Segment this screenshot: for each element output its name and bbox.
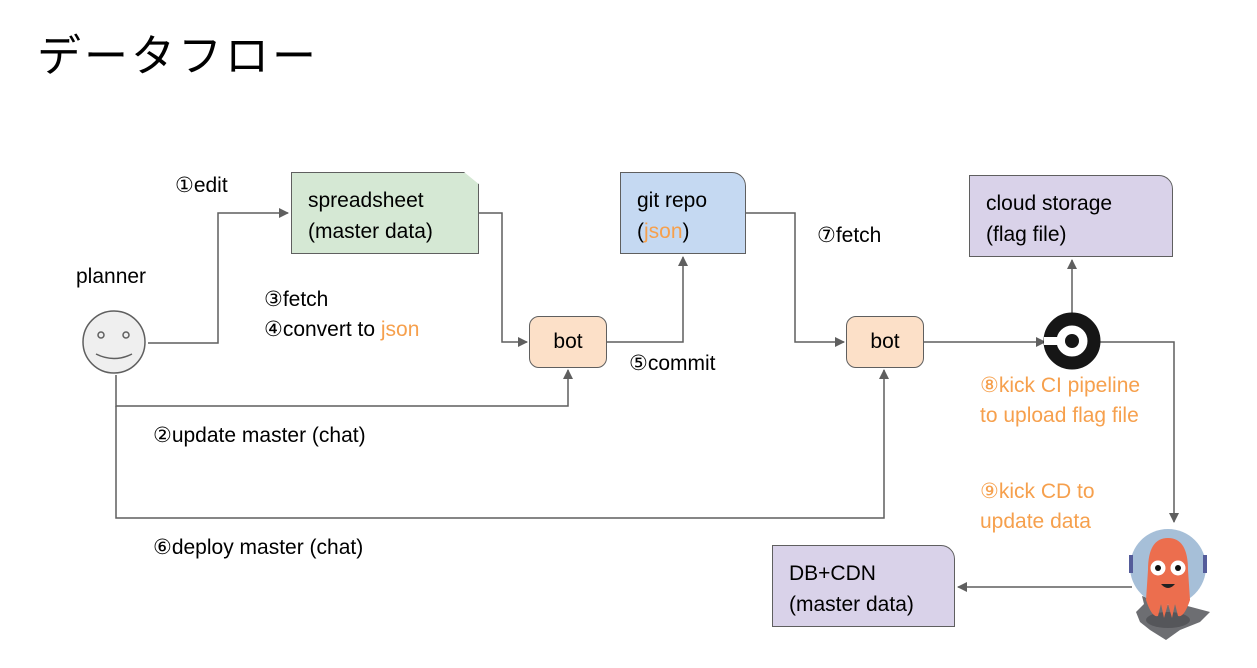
edge-ci-to-cd xyxy=(1100,341,1179,523)
edge-label-edit: ①edit xyxy=(175,174,228,197)
edge-label-deploy-master: ⑥deploy master (chat) xyxy=(153,536,364,559)
git-repo-node: git repo (json) xyxy=(620,172,746,254)
db-cdn-title: DB+CDN xyxy=(789,562,876,585)
circleci-icon xyxy=(1043,312,1101,370)
argo-octopus-icon xyxy=(1129,529,1210,640)
json-accent: json xyxy=(644,220,683,243)
spreadsheet-title: spreadsheet xyxy=(308,189,424,212)
db-cdn-node: DB+CDN (master data) xyxy=(772,545,955,627)
edge-label-kick-ci-2: to upload flag file xyxy=(980,404,1139,427)
db-cdn-subtitle: (master data) xyxy=(789,593,914,616)
cloud-storage-subtitle: (flag file) xyxy=(986,223,1067,246)
edge-commit xyxy=(606,256,688,343)
cloud-storage-node: cloud storage (flag file) xyxy=(969,175,1173,257)
convert-json-accent: json xyxy=(380,318,420,341)
spreadsheet-subtitle: (master data) xyxy=(308,220,433,243)
edge-label-fetch3: ③fetch xyxy=(264,288,329,311)
edge-label-kick-cd-1: ⑨kick CD to xyxy=(980,480,1095,503)
diagram-connectors xyxy=(82,208,1210,640)
edge-label-convert: ④convert to json xyxy=(264,315,419,345)
bot-node-1: bot xyxy=(529,316,607,368)
edge-sheet-to-bot xyxy=(479,212,528,347)
cloud-storage-title: cloud storage xyxy=(986,192,1113,215)
git-repo-title: git repo xyxy=(637,189,708,212)
edge-label-fetch7: ⑦fetch xyxy=(817,224,882,247)
git-repo-subtitle: (json) xyxy=(637,216,745,247)
edge-label-kick-cd-2: update data xyxy=(980,510,1091,533)
edge-label-kick-ci-1: ⑧kick CI pipeline xyxy=(980,374,1141,397)
edge-label-commit: ⑤commit xyxy=(629,352,716,375)
spreadsheet-node: spreadsheet (master data) xyxy=(291,172,479,254)
paren-open: ( xyxy=(637,220,644,243)
edge-update-master xyxy=(115,369,573,407)
edge-label-update-master: ②update master (chat) xyxy=(153,424,366,447)
planner-label: planner xyxy=(76,265,147,288)
convert-text: ④convert to xyxy=(264,318,381,341)
bot-node-2: bot xyxy=(846,316,924,368)
paren-close: ) xyxy=(682,220,690,243)
planner-face-icon xyxy=(82,310,146,374)
